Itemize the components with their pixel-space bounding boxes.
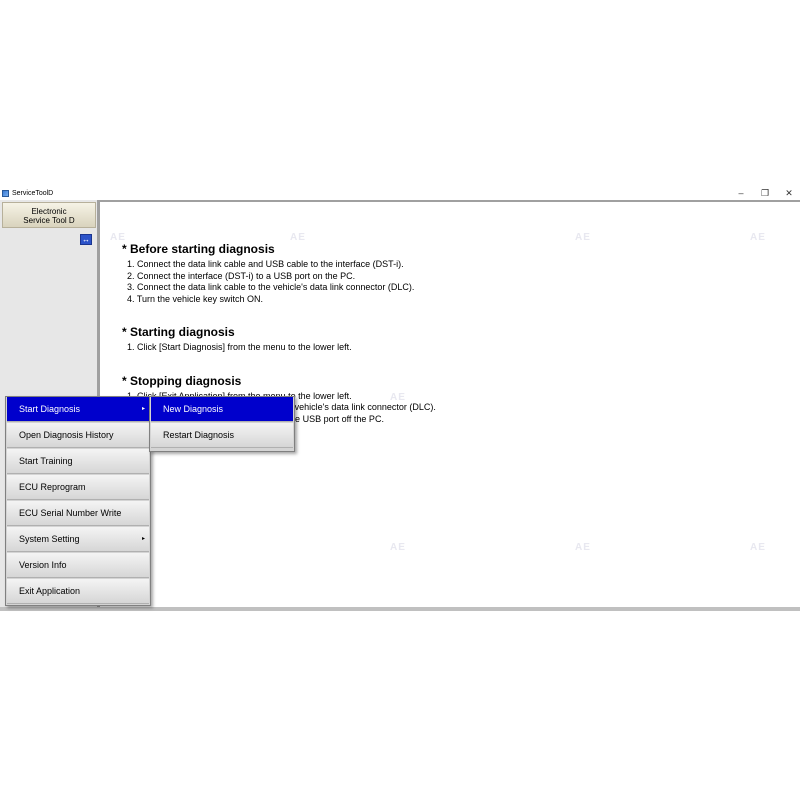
menu-item-label: Version Info bbox=[19, 560, 67, 570]
step: 4. Turn the vehicle key switch ON. bbox=[127, 293, 264, 304]
submenu-arrow-icon: ▸ bbox=[141, 536, 145, 542]
start-diagnosis-submenu: New Diagnosis Restart Diagnosis bbox=[149, 396, 295, 452]
watermark-icon: AE bbox=[750, 542, 766, 553]
status-bar bbox=[0, 607, 800, 611]
section-title: * Starting diagnosis bbox=[122, 325, 235, 339]
logo-line-2: Service Tool D bbox=[23, 216, 75, 225]
step: 1. Click [Start Diagnosis] from the menu… bbox=[127, 342, 352, 352]
switch-view-icon[interactable]: ↔ bbox=[80, 234, 92, 245]
menu-item-version-info[interactable]: Version Info bbox=[7, 553, 149, 578]
menu-item-label: Restart Diagnosis bbox=[163, 430, 235, 440]
section-starting-diagnosis: * Starting diagnosis 1. Click [Start Dia… bbox=[122, 325, 782, 354]
menu-item-restart-diagnosis[interactable]: Restart Diagnosis bbox=[151, 423, 293, 448]
main-menu: Start Diagnosis ▸ Open Diagnosis History… bbox=[5, 396, 151, 606]
menu-item-new-diagnosis[interactable]: New Diagnosis bbox=[151, 397, 293, 422]
step: 1. Connect the data link cable and USB c… bbox=[127, 259, 404, 269]
menu-item-start-training[interactable]: Start Training bbox=[7, 449, 149, 474]
minimize-button[interactable]: – bbox=[728, 186, 754, 200]
window-title: ServiceToolD bbox=[12, 189, 54, 197]
menu-item-label: New Diagnosis bbox=[163, 404, 224, 414]
menu-item-label: Start Training bbox=[19, 456, 73, 466]
menu-item-label: System Setting bbox=[19, 534, 80, 544]
title-bar: ServiceToolD – ❐ ✕ bbox=[0, 186, 800, 200]
menu-item-label: ECU Serial Number Write bbox=[19, 508, 122, 518]
menu-item-open-diagnosis-history[interactable]: Open Diagnosis History bbox=[7, 423, 149, 448]
close-button[interactable]: ✕ bbox=[776, 186, 800, 200]
logo-line-1: Electronic bbox=[31, 207, 67, 216]
menu-item-label: Open Diagnosis History bbox=[19, 430, 114, 440]
step: 2. Connect the interface (DST-i) to a US… bbox=[127, 270, 356, 281]
menu-item-label: ECU Reprogram bbox=[19, 482, 86, 492]
section-title: * Before starting diagnosis bbox=[122, 242, 275, 256]
step: 3. Connect the data link cable to the ve… bbox=[127, 282, 415, 292]
menu-item-system-setting[interactable]: System Setting ▸ bbox=[7, 527, 149, 552]
app-icon bbox=[2, 189, 9, 197]
restore-button[interactable]: ❐ bbox=[752, 186, 778, 200]
menu-item-start-diagnosis[interactable]: Start Diagnosis ▸ bbox=[7, 397, 149, 422]
watermark-icon: AE bbox=[390, 542, 406, 553]
app-logo: Electronic Service Tool D bbox=[2, 202, 96, 228]
menu-item-label: Start Diagnosis bbox=[19, 404, 81, 414]
menu-item-label: Exit Application bbox=[19, 586, 81, 596]
menu-item-exit-application[interactable]: Exit Application bbox=[7, 579, 149, 604]
menu-item-ecu-reprogram[interactable]: ECU Reprogram bbox=[7, 475, 149, 500]
section-title: * Stopping diagnosis bbox=[122, 373, 242, 388]
section-before-diagnosis: * Before starting diagnosis 1. Connect t… bbox=[122, 242, 782, 305]
menu-item-ecu-serial-number-write[interactable]: ECU Serial Number Write bbox=[7, 501, 149, 526]
submenu-arrow-icon: ▸ bbox=[141, 406, 145, 412]
watermark-icon: AE bbox=[575, 542, 591, 553]
